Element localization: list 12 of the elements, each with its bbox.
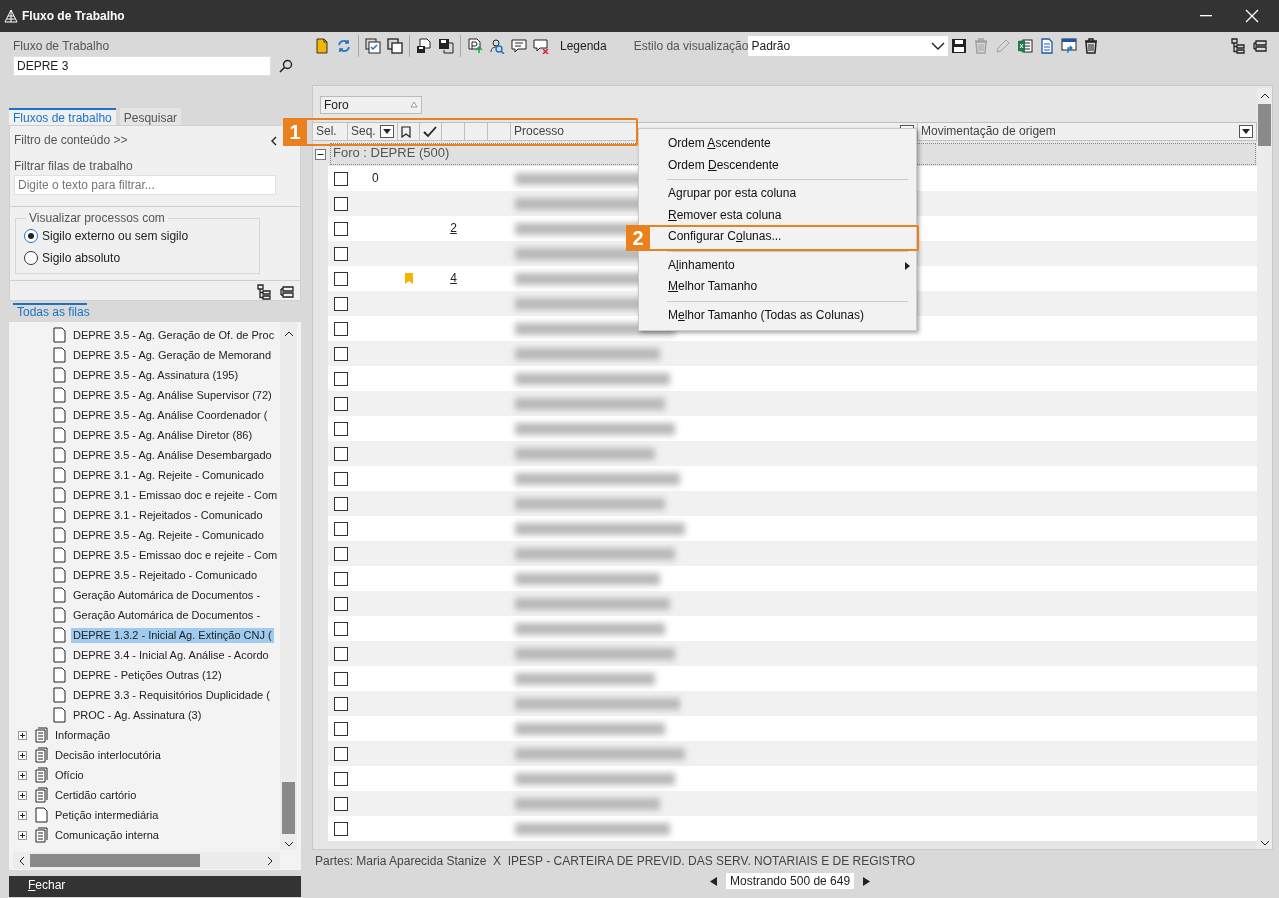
status-text: Partes: Maria Aparecida Stanize X IPESP - CARTEIRA DE PREVID. DAS SERV. NOTARIAIS E DE REGISTRO: [315, 854, 916, 869]
table-cell: 0: [372, 171, 379, 186]
page-indicator: Mostrando 500 de 649: [726, 873, 855, 890]
step-number: 2: [626, 225, 650, 251]
radio-label: Sigilo externo ou sem sigilo: [42, 228, 189, 244]
field-label: Filtrar filas de trabalho: [14, 158, 134, 174]
step-number: 1: [283, 118, 307, 146]
window-title: Fluxo de Trabalho: [22, 8, 125, 24]
group-legend: Visualizar processos com: [26, 211, 168, 226]
radio-label: Sigilo absoluto: [42, 250, 121, 266]
field-label: Estilo da visualização: [633, 38, 749, 54]
field-label: Fluxo de Trabalho: [13, 39, 111, 54]
